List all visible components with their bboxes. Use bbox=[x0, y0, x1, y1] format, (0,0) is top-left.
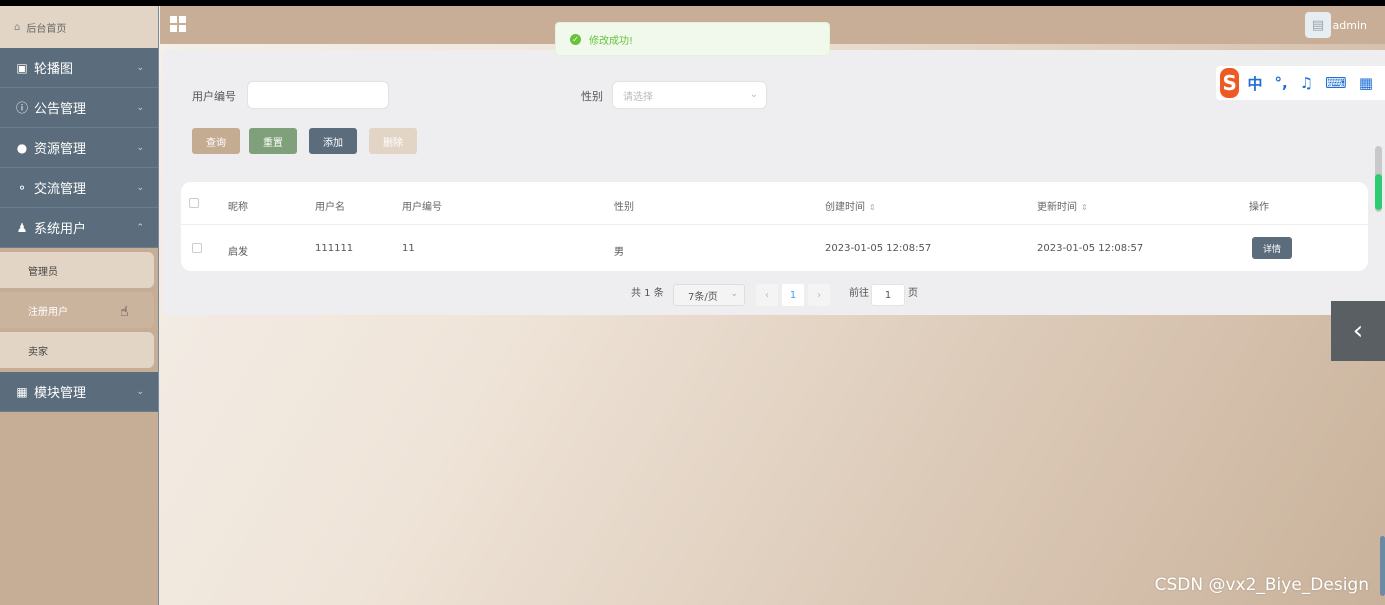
page-number-button[interactable]: 1 bbox=[782, 284, 804, 306]
chevron-down-icon: ⌄ bbox=[730, 289, 738, 299]
toast-message: 修改成功! bbox=[589, 35, 634, 47]
user-no-label: 用户编号 bbox=[192, 90, 236, 103]
gender-label: 性别 bbox=[581, 90, 603, 103]
cell-gender: 男 bbox=[614, 247, 624, 258]
image-icon: ▣ bbox=[16, 60, 28, 75]
page-size-value: 7条/页 bbox=[688, 291, 718, 303]
chevron-down-icon: ⌄ bbox=[136, 102, 144, 113]
sidebar-item-module[interactable]: ▦ 模块管理 ⌄ bbox=[0, 372, 158, 412]
sidebar-item-label: 交流管理 bbox=[34, 182, 87, 197]
edge-handle bbox=[1380, 536, 1385, 596]
sidebar-home[interactable]: ⌂ 后台首页 bbox=[0, 6, 158, 48]
column-header-username: 用户名 bbox=[315, 202, 345, 213]
menu-grid-icon[interactable] bbox=[170, 16, 186, 32]
gender-placeholder: 请选择 bbox=[623, 91, 653, 103]
sidebar-subitem-registered-user[interactable]: 注册用户 ☝ bbox=[0, 292, 154, 328]
chevron-down-icon: ⌄ bbox=[136, 142, 144, 153]
user-icon: ♟ bbox=[16, 220, 28, 235]
pagination-total: 共 1 条 bbox=[631, 288, 664, 299]
gender-select[interactable]: 请选择 ⌄ bbox=[612, 81, 767, 109]
main-panel: 用户编号 性别 请选择 ⌄ 查询 重置 添加 删除 昵称 用户名 用户编号 性别… bbox=[163, 50, 1385, 315]
column-header-updated[interactable]: 更新时间 ⇕ bbox=[1037, 198, 1088, 213]
column-header-created[interactable]: 创建时间 ⇕ bbox=[825, 198, 876, 213]
chevron-down-icon: ⌄ bbox=[136, 182, 144, 193]
column-header-label: 创建时间 bbox=[825, 202, 865, 213]
keyboard-icon[interactable]: ⌨ bbox=[1325, 74, 1347, 92]
check-circle-icon: ✓ bbox=[570, 33, 581, 45]
chevron-up-icon: ⌃ bbox=[136, 222, 144, 233]
app-frame: ⌂ 后台首页 ▣ 轮播图 ⌄ ⓘ 公告管理 ⌄ ● 资源管理 ⌄ ⚬ 交流管理 … bbox=[0, 6, 1385, 605]
column-header-action: 操作 bbox=[1249, 202, 1269, 213]
sidebar-home-label: 后台首页 bbox=[26, 23, 67, 35]
column-header-label: 更新时间 bbox=[1037, 202, 1077, 213]
sidebar-item-forum[interactable]: ⚬ 交流管理 ⌄ bbox=[0, 168, 158, 208]
cell-username: 111111 bbox=[315, 243, 354, 254]
sort-icon[interactable]: ⇕ bbox=[1081, 203, 1088, 212]
grid-icon: ▦ bbox=[16, 384, 28, 399]
row-divider bbox=[181, 224, 1368, 225]
goto-page-input[interactable]: 1 bbox=[871, 284, 905, 306]
collapse-panel-button[interactable]: ‹ bbox=[1331, 301, 1385, 361]
add-button[interactable]: 添加 bbox=[309, 128, 357, 154]
hand-cursor-icon: ☝ bbox=[120, 304, 129, 320]
sidebar-item-label: 系统用户 bbox=[34, 222, 87, 237]
chat-icon: ⚬ bbox=[16, 180, 28, 195]
cell-created: 2023-01-05 12:08:57 bbox=[825, 243, 932, 254]
sidebar-subitem-label: 卖家 bbox=[28, 346, 48, 358]
page-size-select[interactable]: 7条/页 ⌄ bbox=[673, 284, 745, 306]
sogou-logo-icon: S bbox=[1220, 68, 1240, 98]
chevron-down-icon: ⌄ bbox=[749, 89, 758, 100]
query-button[interactable]: 查询 bbox=[192, 128, 240, 154]
sidebar-subitem-label: 管理员 bbox=[28, 266, 58, 278]
sidebar-item-resource[interactable]: ● 资源管理 ⌄ bbox=[0, 128, 158, 168]
sidebar-item-label: 轮播图 bbox=[34, 62, 74, 77]
delete-button[interactable]: 删除 bbox=[369, 128, 417, 154]
info-icon: ⓘ bbox=[15, 101, 28, 115]
sidebar-subitem-seller[interactable]: 卖家 bbox=[0, 332, 154, 368]
prev-page-button[interactable]: ‹ bbox=[756, 284, 778, 306]
sidebar-item-label: 资源管理 bbox=[34, 142, 87, 157]
goto-label: 前往 bbox=[849, 288, 869, 299]
chevron-left-icon: ‹ bbox=[1352, 316, 1364, 346]
sidebar-item-label: 公告管理 bbox=[34, 102, 87, 117]
page-suffix: 页 bbox=[908, 288, 918, 299]
user-no-input[interactable] bbox=[247, 81, 389, 109]
sidebar-item-system-user[interactable]: ♟ 系统用户 ⌃ bbox=[0, 208, 158, 248]
user-name[interactable]: admin bbox=[1333, 19, 1367, 32]
bulb-icon: ● bbox=[16, 140, 28, 155]
chevron-down-icon: ⌄ bbox=[136, 386, 144, 397]
chevron-down-icon: ⌄ bbox=[136, 62, 144, 73]
sidebar-subitem-label: 注册用户 bbox=[28, 306, 68, 318]
sidebar-item-carousel[interactable]: ▣ 轮播图 ⌄ bbox=[0, 48, 158, 88]
scrollbar-thumb[interactable] bbox=[1375, 174, 1382, 210]
avatar[interactable]: ▤ bbox=[1305, 12, 1331, 38]
reset-button[interactable]: 重置 bbox=[249, 128, 297, 154]
cell-user-no: 11 bbox=[402, 243, 415, 254]
watermark: CSDN @vx2_Biye_Design bbox=[1154, 575, 1369, 595]
ime-toolbar[interactable]: S 中 °, ♫ ⌨ ▦ bbox=[1216, 66, 1385, 100]
sidebar-submenu-system-user: 管理员 注册用户 ☝ 卖家 bbox=[0, 248, 158, 368]
microphone-icon[interactable]: ♫ bbox=[1300, 74, 1313, 92]
column-header-nickname: 昵称 bbox=[228, 202, 248, 213]
next-page-button[interactable]: › bbox=[808, 284, 830, 306]
column-header-user-no: 用户编号 bbox=[402, 202, 442, 213]
sort-icon[interactable]: ⇕ bbox=[869, 203, 876, 212]
success-toast: ✓ 修改成功! bbox=[555, 22, 830, 56]
ime-punctuation[interactable]: °, bbox=[1275, 74, 1288, 92]
row-checkbox[interactable] bbox=[192, 243, 202, 253]
select-all-checkbox[interactable] bbox=[189, 198, 199, 208]
home-icon: ⌂ bbox=[14, 21, 21, 33]
sidebar-item-label: 模块管理 bbox=[34, 386, 87, 401]
column-header-gender: 性别 bbox=[614, 202, 634, 213]
sidebar: ⌂ 后台首页 ▣ 轮播图 ⌄ ⓘ 公告管理 ⌄ ● 资源管理 ⌄ ⚬ 交流管理 … bbox=[0, 6, 159, 605]
ime-chinese-mode[interactable]: 中 bbox=[1247, 73, 1262, 94]
sidebar-item-notice[interactable]: ⓘ 公告管理 ⌄ bbox=[0, 88, 158, 128]
user-table: 昵称 用户名 用户编号 性别 创建时间 ⇕ 更新时间 ⇕ 操作 启发 111111 … bbox=[181, 182, 1368, 271]
detail-button[interactable]: 详情 bbox=[1252, 237, 1292, 259]
apps-icon[interactable]: ▦ bbox=[1359, 74, 1373, 92]
cell-nickname: 启发 bbox=[228, 247, 248, 258]
sidebar-subitem-admin[interactable]: 管理员 bbox=[0, 252, 154, 288]
cell-updated: 2023-01-05 12:08:57 bbox=[1037, 243, 1144, 254]
